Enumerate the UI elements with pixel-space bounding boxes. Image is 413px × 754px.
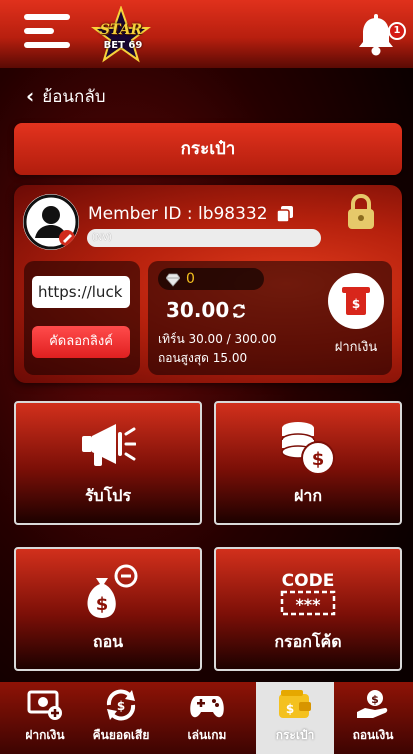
nav-withdraw-label: ถอนเงิน xyxy=(352,728,394,742)
nav-wallet-label: กระเป๋า xyxy=(275,728,315,742)
tile-withdraw-label: ถอน xyxy=(92,632,124,651)
back-label: ย้อนกลับ xyxy=(42,86,106,107)
nav-deposit-label: ฝากเงิน xyxy=(25,728,65,742)
tile-deposit-label: ฝาก xyxy=(293,486,323,505)
wallet-icon: $ xyxy=(277,688,313,722)
svg-text:$: $ xyxy=(286,702,294,716)
page-title: กระเป๋า xyxy=(14,123,402,175)
diamond-icon xyxy=(165,272,181,287)
svg-text:$: $ xyxy=(352,297,360,311)
nav-play-game[interactable]: เล่นเกม xyxy=(168,682,246,754)
top-bar: STAR BET 69 1 xyxy=(0,0,413,68)
deposit-icon xyxy=(27,688,63,722)
gem-count: 0 xyxy=(186,271,195,287)
max-withdraw-text: ถอนสูงสุด 15.00 xyxy=(158,351,248,365)
back-button[interactable]: ‹ ย้อนกลับ xyxy=(26,84,106,108)
logo[interactable]: STAR BET 69 xyxy=(82,4,160,64)
copy-link-button[interactable]: คัดลอกลิงค์ xyxy=(32,326,130,358)
withdraw-icon: $ xyxy=(355,688,391,722)
nav-play-game-label: เล่นเกม xyxy=(187,728,227,742)
refresh-icon[interactable] xyxy=(231,303,247,319)
member-id-text: Member ID : lb98332 xyxy=(88,204,268,224)
turnover-text: เทิร์น 30.00 / 300.00 xyxy=(158,332,277,346)
level-label: (NV) xyxy=(92,233,112,243)
avatar[interactable] xyxy=(23,194,79,250)
nav-cashback-label: คืนยอดเสีย xyxy=(92,728,150,742)
money-bag-icon: $ xyxy=(78,564,138,626)
nav-wallet[interactable]: $ กระเป๋า xyxy=(256,682,334,754)
coins-icon: $ xyxy=(278,416,338,480)
svg-text:$: $ xyxy=(312,449,325,470)
svg-text:$: $ xyxy=(117,699,125,713)
cashback-icon: $ xyxy=(103,688,139,722)
svg-text:$: $ xyxy=(371,693,379,706)
nav-cashback[interactable]: $ คืนยอดเสีย xyxy=(82,682,160,754)
deposit-label[interactable]: ฝากเงิน xyxy=(322,336,390,357)
copy-icon[interactable] xyxy=(275,205,294,223)
logo-text-bottom: BET 69 xyxy=(103,40,143,51)
chevron-left-icon: ‹ xyxy=(26,84,35,108)
code-icon-subtext: *** xyxy=(295,595,321,614)
logo-text-top: STAR xyxy=(99,22,143,38)
referral-link-field[interactable]: https://luck xyxy=(32,276,130,308)
atm-deposit-icon[interactable]: $ xyxy=(328,273,384,329)
megaphone-icon xyxy=(80,420,137,476)
member-id: Member ID : lb98332 xyxy=(88,204,294,224)
balance-amount: 30.00 xyxy=(166,298,230,322)
nav-deposit[interactable]: ฝากเงิน xyxy=(6,682,84,754)
tile-code-label: กรอกโค้ด xyxy=(274,632,342,651)
tile-promotion-label: รับโปร xyxy=(84,486,132,505)
menu-icon[interactable] xyxy=(24,14,72,54)
gamepad-icon xyxy=(189,688,225,722)
level-progress-bar xyxy=(87,229,321,247)
nav-withdraw[interactable]: $ ถอนเงิน xyxy=(334,682,412,754)
notification-badge: 1 xyxy=(388,22,406,40)
svg-text:$: $ xyxy=(96,594,109,615)
code-icon: CODE *** xyxy=(276,568,340,622)
lock-icon[interactable] xyxy=(345,193,377,230)
code-icon-text: CODE xyxy=(282,571,335,591)
